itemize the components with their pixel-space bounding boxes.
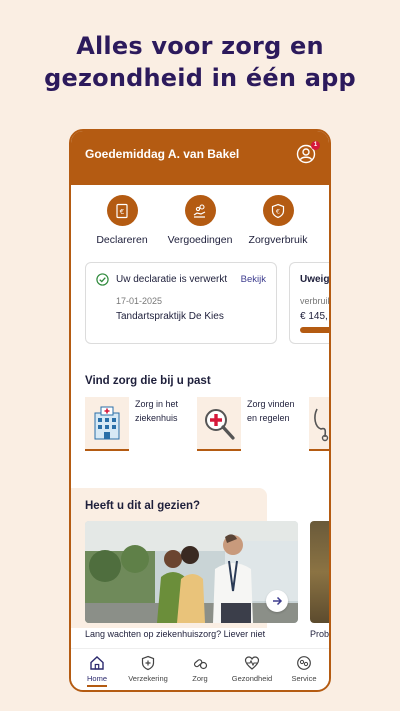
bottom-tab-bar: Home Verzekering Zorg Gezondheid Service: [71, 648, 329, 690]
marketing-headline: Alles voor zorg en gezondheid in één app: [0, 30, 400, 94]
hospital-icon: [85, 397, 129, 451]
care-section-title: Vind zorg die bij u past: [85, 375, 211, 387]
chat-help-icon: [278, 654, 329, 672]
svg-text:€: €: [120, 208, 124, 216]
profile-button[interactable]: 1: [296, 141, 320, 164]
tile-zorg-vinden[interactable]: Zorg vinden en regelen: [197, 397, 309, 457]
tile-zorg-in-ziekenhuis[interactable]: Zorg in het ziekenhuis: [85, 397, 197, 457]
bekijk-link[interactable]: Bekijk: [241, 274, 266, 285]
tab-label: Verzekering: [128, 674, 168, 683]
news-section-title: Heeft u dit al gezien?: [85, 500, 201, 512]
card-title: Uw declaratie is verwerkt: [116, 274, 228, 285]
headline-line-1: Alles voor zorg en: [76, 32, 324, 60]
magnifier-cross-icon: [197, 397, 241, 451]
usage-progress-bar: [300, 327, 329, 333]
tab-label: Gezondheid: [231, 674, 273, 683]
tab-service[interactable]: Service: [278, 654, 329, 683]
tile-partial[interactable]: [309, 397, 329, 457]
card-provider: Tandartspraktijk De Kies: [116, 311, 224, 322]
active-tab-indicator: [87, 685, 107, 687]
news-image-hospital[interactable]: [85, 521, 298, 623]
tile-label: Zorg vinden en regelen: [247, 399, 295, 423]
home-icon: [71, 654, 123, 672]
shield-plus-icon: [122, 654, 174, 672]
own-risk-card[interactable]: Uweig verbruik € 145,: [289, 262, 331, 344]
quick-action-zorgverbruik[interactable]: € Zorgverbruik: [238, 195, 318, 246]
card-amount: € 145,: [300, 311, 328, 322]
quick-action-declareren[interactable]: € Declareren: [82, 195, 162, 246]
heart-pulse-icon: [226, 654, 278, 672]
tab-verzekering[interactable]: Verzekering: [122, 654, 174, 683]
tab-zorg[interactable]: Zorg: [174, 654, 226, 683]
news-caption[interactable]: Lang wachten op ziekenhuiszorg? Liever n…: [85, 629, 265, 639]
quick-action-vergoedingen[interactable]: Vergoedingen: [160, 195, 240, 246]
headline-line-2: gezondheid in één app: [44, 64, 356, 92]
svg-text:€: €: [276, 207, 280, 215]
card-date: 17-01-2025: [116, 296, 163, 306]
app-header: Goedemiddag A. van Bakel 1: [71, 131, 329, 185]
greeting-text: Goedemiddag A. van Bakel: [85, 147, 240, 161]
quick-action-label: Declareren: [96, 234, 148, 246]
quick-action-label: Zorgverbruik: [248, 234, 308, 246]
tab-label: Zorg: [192, 674, 208, 683]
stethoscope-icon: [309, 397, 329, 451]
pills-icon: [174, 654, 226, 672]
invoice-euro-icon: €: [106, 195, 138, 226]
news-next-button[interactable]: [266, 590, 288, 612]
tab-home[interactable]: Home: [71, 654, 123, 687]
phone-screen: Goedemiddag A. van Bakel 1 € Declareren: [69, 129, 331, 692]
quick-action-label: Vergoedingen: [167, 234, 233, 246]
tile-label: Zorg in het ziekenhuis: [135, 399, 179, 423]
news-caption-partial[interactable]: Prob: [310, 629, 329, 639]
tab-label: Home: [86, 674, 107, 683]
shield-euro-icon: €: [262, 195, 294, 226]
check-circle-icon: [96, 273, 109, 286]
hand-coins-icon: [184, 195, 216, 226]
tab-label: Service: [291, 674, 317, 683]
card-subtitle: verbruik: [300, 296, 331, 306]
notification-badge: 1: [311, 141, 320, 150]
news-image-partial[interactable]: [310, 521, 329, 623]
arrow-right-icon: [273, 596, 283, 606]
declaration-card[interactable]: Uw declaratie is verwerkt Bekijk 17-01-2…: [85, 262, 277, 344]
card-title: Uweig: [300, 274, 330, 285]
tab-gezondheid[interactable]: Gezondheid: [226, 654, 278, 683]
